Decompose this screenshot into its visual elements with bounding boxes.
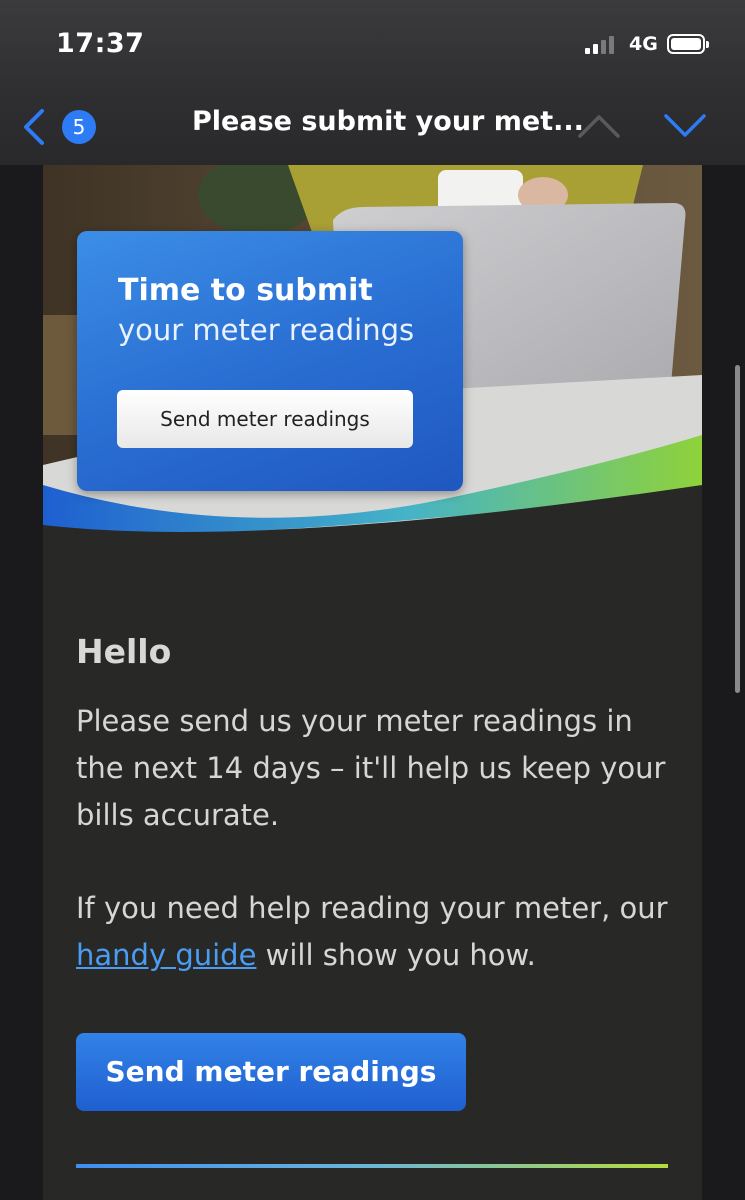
promo-box: Time to submit your meter readings Send … (77, 231, 463, 491)
greeting-heading: Hello (76, 632, 172, 671)
hero-image: Time to submit your meter readings Send … (43, 165, 702, 537)
email-card: Time to submit your meter readings Send … (43, 165, 702, 1200)
help-text-end: will show you how. (256, 938, 536, 972)
promo-send-readings-button[interactable]: Send meter readings (117, 390, 413, 448)
handy-guide-link[interactable]: handy guide (76, 938, 256, 972)
network-type: 4G (629, 33, 658, 55)
next-message-chevron-icon[interactable] (662, 112, 708, 140)
top-bar: 17:37 4G 5 Please submit your met... (0, 0, 745, 165)
battery-icon (667, 34, 709, 54)
previous-message-chevron-icon[interactable] (576, 112, 622, 140)
gradient-divider (76, 1164, 668, 1168)
email-subject-title: Please submit your met... (192, 106, 584, 137)
status-time: 17:37 (56, 28, 145, 59)
back-chevron-icon[interactable] (20, 108, 50, 146)
promo-subtitle: your meter readings (118, 313, 415, 347)
left-gutter (0, 165, 43, 1200)
help-paragraph: If you need help reading your meter, our… (76, 885, 676, 979)
intro-paragraph: Please send us your meter readings in th… (76, 704, 666, 832)
scrollbar[interactable] (735, 365, 740, 693)
send-meter-readings-button[interactable]: Send meter readings (76, 1033, 466, 1111)
help-text-start: If you need help reading your meter, our (76, 891, 668, 925)
promo-title: Time to submit (118, 273, 373, 308)
signal-icon (585, 36, 625, 54)
unread-count-badge[interactable]: 5 (62, 110, 96, 144)
